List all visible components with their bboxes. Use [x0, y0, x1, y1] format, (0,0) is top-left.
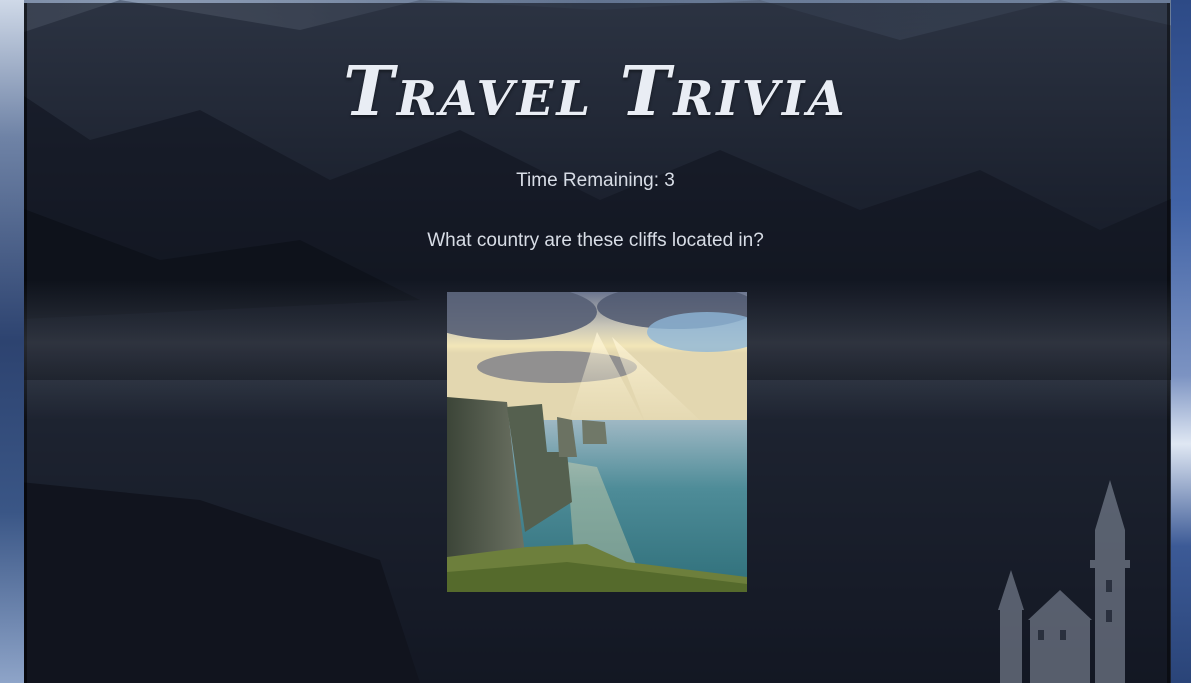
time-remaining-text: Time Remaining: 3	[516, 170, 675, 191]
question-image	[447, 292, 747, 592]
castle-silhouette	[998, 480, 1130, 683]
question-text: What country are these cliffs located in…	[427, 230, 764, 251]
page-background: Travel Trivia Time Remaining: 3 What cou…	[0, 0, 1191, 683]
page-title: Travel Trivia	[343, 51, 848, 132]
